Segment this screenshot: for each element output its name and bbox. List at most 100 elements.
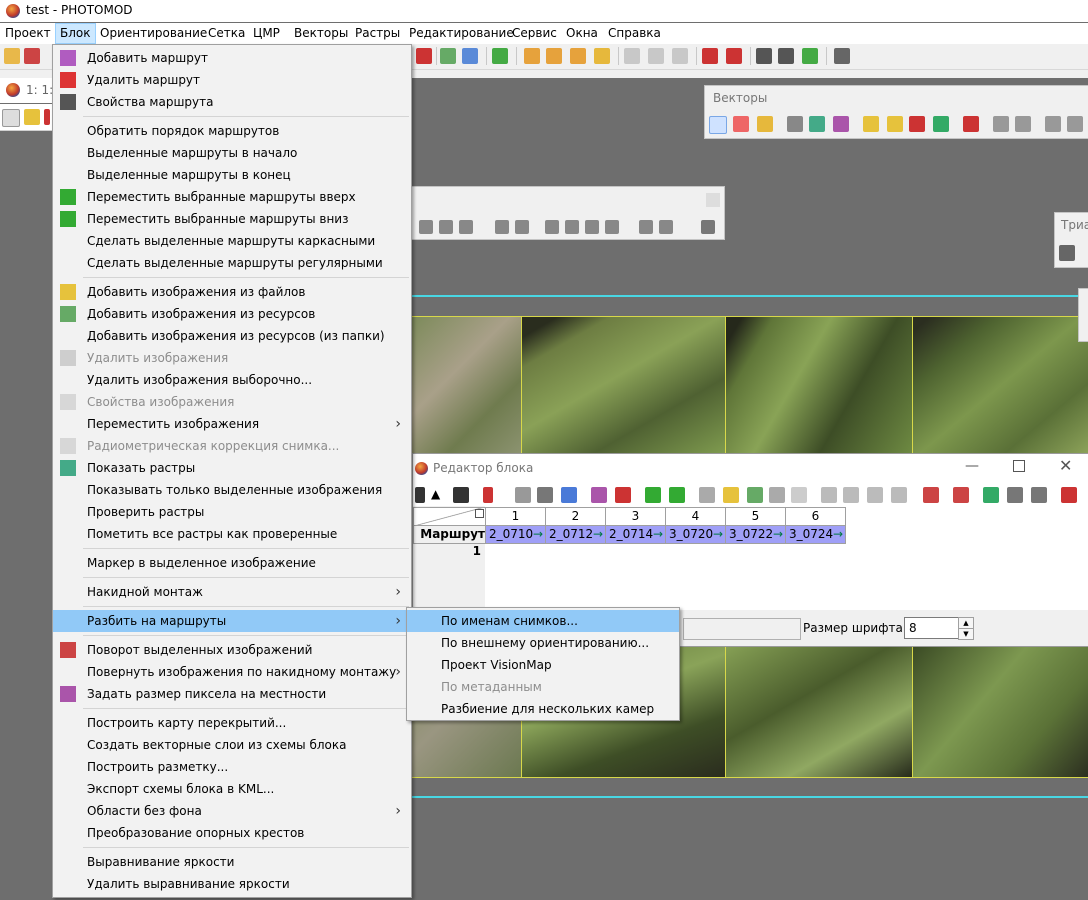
- spin-down-button[interactable]: ▼: [958, 628, 974, 640]
- windows-tile-icon[interactable]: [756, 48, 772, 64]
- menu-orientation[interactable]: Ориентирование: [100, 26, 207, 40]
- close-project-icon[interactable]: [24, 48, 40, 64]
- delete-images-icon[interactable]: [769, 487, 785, 503]
- add-images-icon[interactable]: [723, 487, 739, 503]
- vector-area-icon[interactable]: [933, 116, 949, 132]
- block-menu-item[interactable]: Добавить изображения из ресурсов: [53, 303, 411, 325]
- block-menu-item[interactable]: Удалить выравнивание яркости: [53, 873, 411, 895]
- aerial-image[interactable]: [521, 316, 726, 455]
- column-header[interactable]: 1: [485, 507, 546, 526]
- block-menu-item[interactable]: Сделать выделенные маршруты каркасными: [53, 230, 411, 252]
- vector-fill-icon[interactable]: [833, 116, 849, 132]
- aerial-image[interactable]: [725, 645, 913, 778]
- select-all-box[interactable]: [475, 509, 484, 518]
- block-menu-item[interactable]: Преобразование опорных крестов: [53, 822, 411, 844]
- font-size-input[interactable]: 8: [904, 617, 960, 639]
- block-menu-item[interactable]: Переместить выбранные маршруты вверх: [53, 186, 411, 208]
- move-down-icon[interactable]: [669, 487, 685, 503]
- move-icon[interactable]: [415, 487, 425, 503]
- check-all-icon[interactable]: [1031, 487, 1047, 503]
- history-icon[interactable]: [648, 48, 664, 64]
- route-row-header[interactable]: Маршрут 1: [413, 525, 486, 558]
- dem-icon[interactable]: [440, 48, 456, 64]
- vector-triangle2-icon[interactable]: [887, 116, 903, 132]
- block-menu-item[interactable]: Задать размер пиксела на местности: [53, 683, 411, 705]
- check-raster-icon[interactable]: [1007, 487, 1023, 503]
- menu-project[interactable]: Проект: [5, 26, 51, 40]
- split-submenu-item[interactable]: По именам снимков...: [407, 610, 679, 632]
- vector-line-icon[interactable]: [909, 116, 925, 132]
- delete-route-icon[interactable]: [615, 487, 631, 503]
- edit-tool-icon[interactable]: [565, 220, 579, 234]
- minimize-button[interactable]: —: [965, 458, 979, 474]
- edit-tool-icon[interactable]: [701, 220, 715, 234]
- menu-dtm[interactable]: ЦМР: [253, 26, 280, 40]
- menu-help[interactable]: Справка: [608, 26, 661, 40]
- image-cell[interactable]: 3_0720 →: [665, 525, 726, 544]
- block-menu-item[interactable]: Обратить порядок маршрутов: [53, 120, 411, 142]
- edit-tool-icon[interactable]: [495, 220, 509, 234]
- menu-grid[interactable]: Сетка: [208, 26, 245, 40]
- check-icon[interactable]: [983, 487, 999, 503]
- windows-sync-icon[interactable]: [802, 48, 818, 64]
- points-icon[interactable]: [702, 48, 718, 64]
- column-header[interactable]: 5: [725, 507, 786, 526]
- split-submenu-item[interactable]: По внешнему ориентированию...: [407, 632, 679, 654]
- vector-transform-icon[interactable]: [1067, 116, 1083, 132]
- block-menu-item[interactable]: Выделенные маршруты в конец: [53, 164, 411, 186]
- edit-tool-icon[interactable]: [459, 220, 473, 234]
- add-resource-icon[interactable]: [747, 487, 763, 503]
- block-menu-item[interactable]: Удалить изображения выборочно...: [53, 369, 411, 391]
- vector-angle-icon[interactable]: [963, 116, 979, 132]
- image-cell[interactable]: 2_0712 →: [545, 525, 606, 544]
- edit-tool-icon[interactable]: [515, 220, 529, 234]
- block-menu-item[interactable]: Построить карту перекрытий...: [53, 712, 411, 734]
- image-icon[interactable]: [699, 487, 715, 503]
- split-submenu-item[interactable]: Проект VisionMap: [407, 654, 679, 676]
- shift-down-icon[interactable]: [891, 487, 907, 503]
- edit-tool-icon[interactable]: [605, 220, 619, 234]
- vector-morph-icon[interactable]: [1045, 116, 1061, 132]
- menu-edit[interactable]: Редактирование: [409, 26, 514, 40]
- image-cell[interactable]: 3_0724 →: [785, 525, 846, 544]
- shift-right-icon[interactable]: [843, 487, 859, 503]
- points-tool-icon[interactable]: [726, 48, 742, 64]
- select-icon[interactable]: [483, 487, 493, 503]
- menu-block[interactable]: Блок: [55, 23, 96, 44]
- block-menu-item[interactable]: Показывать только выделенные изображения: [53, 479, 411, 501]
- block-menu-item[interactable]: Повернуть изображения по накидному монта…: [53, 661, 411, 683]
- aerial-image[interactable]: [725, 316, 913, 455]
- copy-icon[interactable]: [515, 487, 531, 503]
- windows-icon[interactable]: [1061, 487, 1077, 503]
- maximize-button[interactable]: [1013, 460, 1025, 472]
- grid-select-icon[interactable]: [953, 487, 969, 503]
- block-menu-item[interactable]: Выделенные маршруты в начало: [53, 142, 411, 164]
- edit-tool-icon[interactable]: [439, 220, 453, 234]
- hand-icon[interactable]: [2, 109, 20, 127]
- block-menu-item[interactable]: Построить разметку...: [53, 756, 411, 778]
- shift-left-icon[interactable]: [821, 487, 837, 503]
- vector-points-icon[interactable]: [709, 116, 727, 134]
- edit-tool-icon[interactable]: [419, 220, 433, 234]
- undo-icon[interactable]: [624, 48, 640, 64]
- column-header[interactable]: 6: [785, 507, 846, 526]
- triangle-up-icon[interactable]: ▲: [431, 487, 447, 503]
- block-menu-item[interactable]: Выравнивание яркости: [53, 851, 411, 873]
- folder-globe-icon[interactable]: [594, 48, 610, 64]
- settings-icon[interactable]: [834, 48, 850, 64]
- marker-icon[interactable]: [44, 109, 50, 125]
- edit-tool-icon[interactable]: [639, 220, 653, 234]
- block-menu-item[interactable]: Экспорт схемы блока в KML...: [53, 778, 411, 800]
- add-route-icon[interactable]: [591, 487, 607, 503]
- block-menu-item[interactable]: Поворот выделенных изображений: [53, 639, 411, 661]
- block-menu-item[interactable]: Добавить маршрут: [53, 47, 411, 69]
- swap-icon[interactable]: [561, 487, 577, 503]
- menu-vectors[interactable]: Векторы: [294, 26, 348, 40]
- dem-tool-icon[interactable]: [462, 48, 478, 64]
- shift-up-icon[interactable]: [867, 487, 883, 503]
- image-cell[interactable]: 2_0710 →: [485, 525, 546, 544]
- vector-polyline-icon[interactable]: [733, 116, 749, 132]
- vector-undo-icon[interactable]: [993, 116, 1009, 132]
- edit-tool-icon[interactable]: [545, 220, 559, 234]
- edit-tool-icon[interactable]: [585, 220, 599, 234]
